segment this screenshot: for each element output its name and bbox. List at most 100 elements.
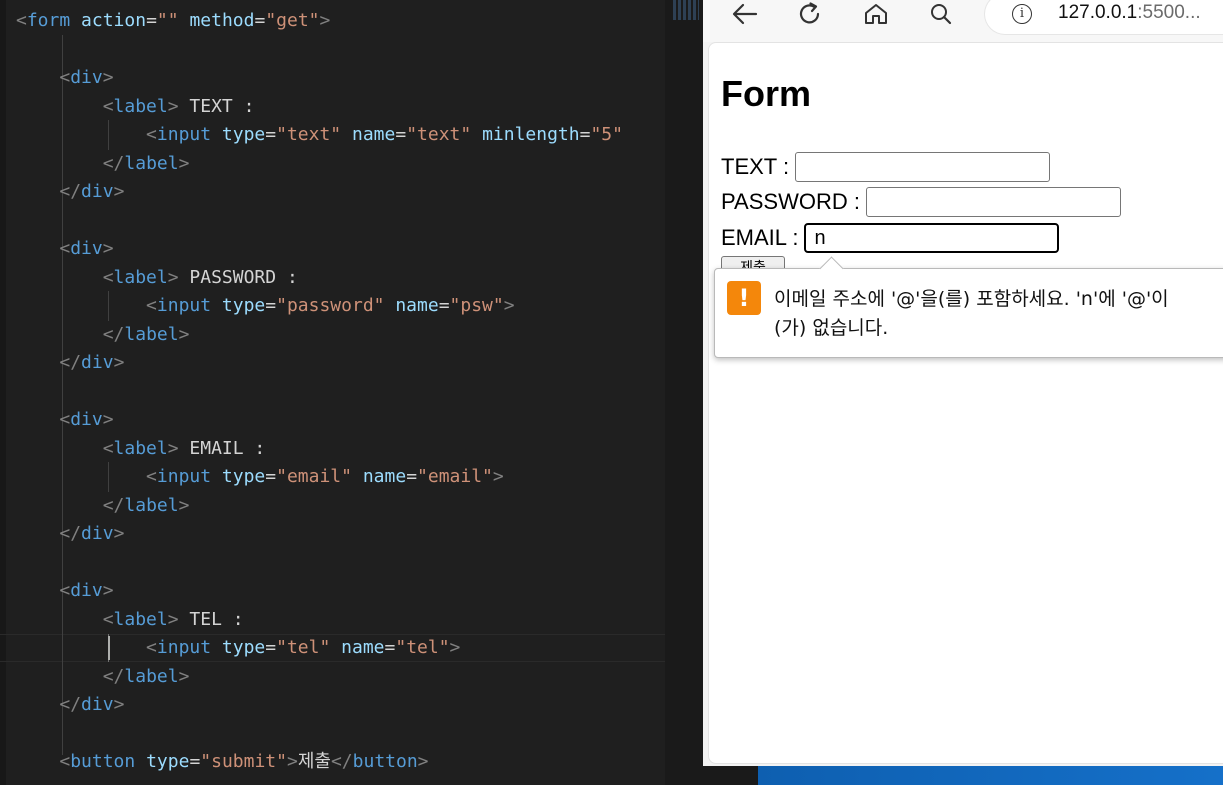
home-button[interactable] bbox=[858, 0, 894, 28]
code-token: > bbox=[178, 665, 190, 687]
code-token: "password" bbox=[276, 295, 385, 316]
code-line[interactable]: <label> TEXT : bbox=[16, 93, 255, 121]
address-bar[interactable]: i 127.0.0.1:5500... bbox=[985, 0, 1223, 34]
code-token: < bbox=[59, 580, 71, 601]
code-token: label bbox=[113, 608, 168, 630]
code-token: "tel" bbox=[276, 637, 331, 658]
validation-message: 이메일 주소에 '@'을(를) 포함하세요. 'n'에 '@'이(가) 없습니다… bbox=[774, 288, 1169, 339]
code-token: div bbox=[81, 181, 114, 202]
text-input[interactable] bbox=[795, 152, 1051, 182]
editor-minimap[interactable] bbox=[665, 0, 703, 785]
code-token: div bbox=[70, 238, 103, 259]
code-line[interactable]: <div> bbox=[16, 235, 113, 263]
url-port: :5500... bbox=[1137, 2, 1201, 23]
code-line[interactable]: </div> bbox=[16, 520, 124, 548]
code-token: = bbox=[406, 466, 418, 487]
search-button[interactable] bbox=[923, 0, 959, 28]
code-token: = bbox=[265, 124, 277, 145]
text-field-row: TEXT : bbox=[721, 151, 1051, 183]
code-token: 제출 bbox=[297, 751, 331, 772]
code-token: </ bbox=[102, 323, 125, 345]
code-token: = bbox=[384, 637, 396, 658]
code-token: "email" bbox=[276, 466, 352, 487]
code-line[interactable]: <input type="tel" name="tel"> bbox=[16, 634, 460, 662]
info-icon[interactable]: i bbox=[1012, 4, 1032, 24]
code-token: TEXT : bbox=[178, 95, 255, 117]
code-token: < bbox=[59, 751, 71, 772]
code-token: > bbox=[113, 523, 125, 544]
code-token: name bbox=[352, 124, 396, 145]
code-line[interactable]: <label> TEL : bbox=[16, 606, 244, 634]
code-token: minlength bbox=[482, 124, 580, 145]
code-line[interactable]: </label> bbox=[16, 663, 190, 691]
code-token: input bbox=[156, 295, 212, 316]
code-token: </ bbox=[59, 352, 82, 373]
code-token: > bbox=[167, 608, 179, 630]
code-token: "tel" bbox=[395, 637, 450, 658]
code-editor[interactable]: <form action="" method="get"> <div> <lab… bbox=[0, 0, 665, 785]
code-token: label bbox=[113, 266, 168, 288]
code-token: < bbox=[59, 409, 71, 430]
email-field-row: EMAIL : bbox=[721, 222, 1060, 254]
code-line[interactable]: <input type="text" name="text" minlength… bbox=[16, 121, 623, 149]
code-token: > bbox=[492, 466, 504, 487]
code-token: action bbox=[81, 10, 147, 31]
back-button[interactable] bbox=[727, 0, 763, 28]
url-text[interactable]: 127.0.0.1:5500... bbox=[1058, 2, 1201, 24]
code-line[interactable]: </label> bbox=[16, 321, 190, 349]
code-token: label bbox=[124, 665, 179, 687]
code-line[interactable]: </div> bbox=[16, 178, 124, 206]
code-token: > bbox=[113, 181, 125, 202]
code-token: name bbox=[395, 295, 439, 316]
reload-button[interactable] bbox=[792, 0, 828, 28]
code-line[interactable]: </label> bbox=[16, 492, 190, 520]
code-line[interactable]: </label> bbox=[16, 150, 190, 178]
email-input[interactable] bbox=[804, 223, 1060, 253]
code-line[interactable]: <button type="submit">제출</button> bbox=[16, 748, 428, 776]
code-token: > bbox=[286, 751, 298, 772]
code-line[interactable]: <label> PASSWORD : bbox=[16, 264, 298, 292]
code-token: input bbox=[156, 124, 212, 145]
code-token: </ bbox=[102, 494, 125, 516]
code-line[interactable]: <label> EMAIL : bbox=[16, 435, 266, 463]
code-token: "submit" bbox=[200, 751, 287, 772]
code-line[interactable]: </div> bbox=[16, 691, 124, 719]
minimap-preview bbox=[673, 0, 699, 20]
code-token: div bbox=[70, 580, 103, 601]
code-line[interactable]: </div> bbox=[16, 349, 124, 377]
code-line[interactable]: <form action="" method="get"> bbox=[16, 7, 330, 35]
reload-icon bbox=[799, 2, 820, 24]
code-token: < bbox=[102, 437, 114, 459]
code-line[interactable]: <div> bbox=[16, 577, 113, 605]
code-token: "text" bbox=[276, 124, 342, 145]
code-token: </ bbox=[102, 665, 125, 687]
code-line[interactable]: <div> bbox=[16, 64, 113, 92]
browser-toolbar: i 127.0.0.1:5500... bbox=[703, 0, 1223, 42]
code-line[interactable]: <input type="password" name="psw"> bbox=[16, 292, 515, 320]
code-line[interactable]: <input type="email" name="email"> bbox=[16, 463, 504, 491]
code-token: div bbox=[81, 523, 114, 544]
code-token: > bbox=[319, 10, 331, 31]
password-input[interactable] bbox=[865, 187, 1121, 217]
code-token: button bbox=[352, 751, 418, 772]
code-token: form bbox=[26, 10, 71, 31]
code-token: = bbox=[579, 124, 591, 145]
code-token: < bbox=[146, 124, 157, 145]
code-line[interactable]: <div> bbox=[16, 406, 113, 434]
code-token: label bbox=[124, 323, 179, 345]
code-token: > bbox=[113, 694, 125, 715]
code-token: > bbox=[503, 295, 515, 316]
code-token: < bbox=[146, 466, 157, 487]
